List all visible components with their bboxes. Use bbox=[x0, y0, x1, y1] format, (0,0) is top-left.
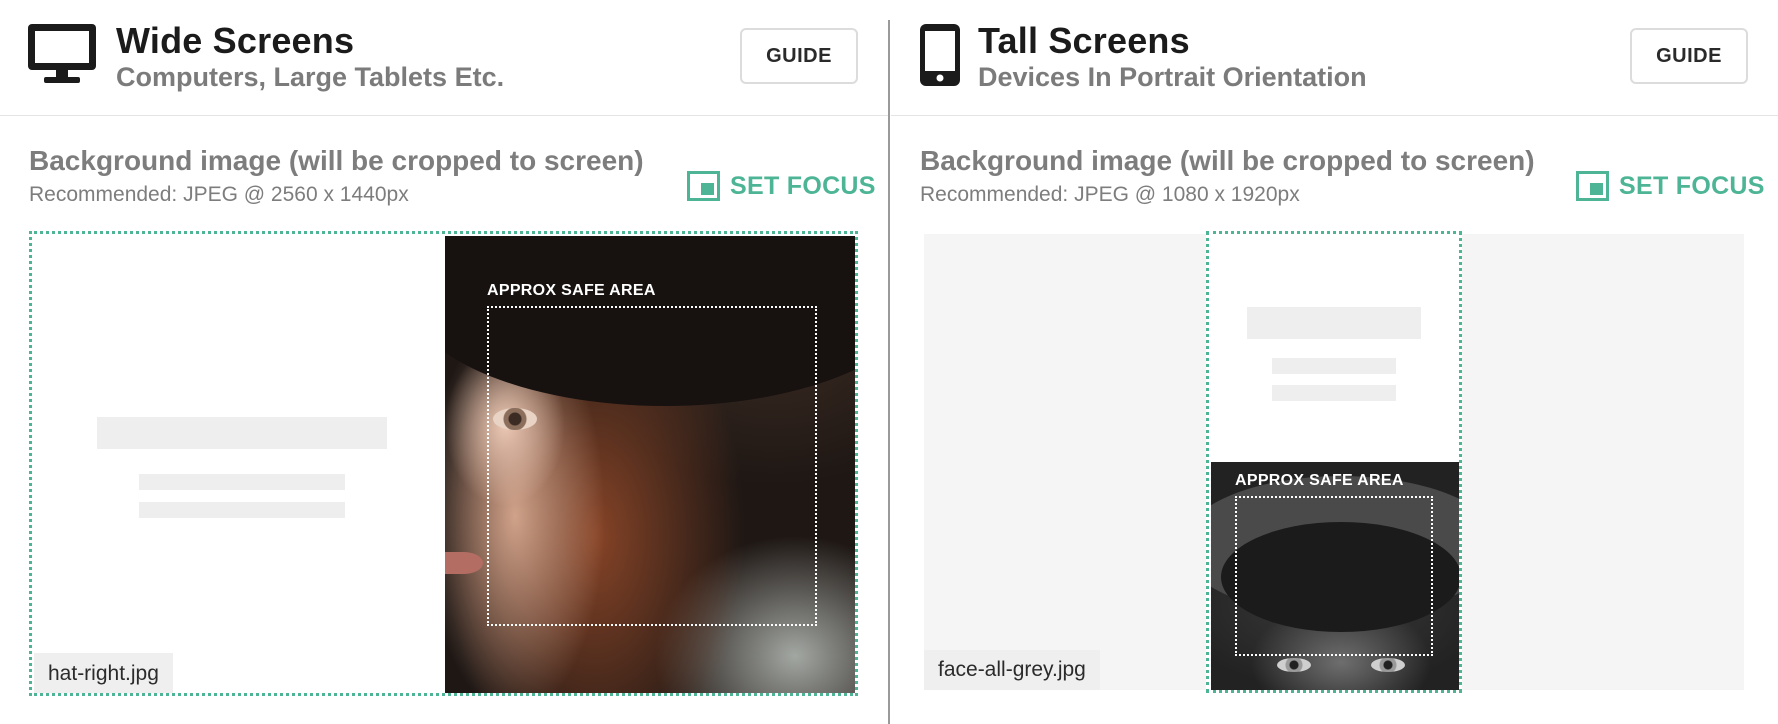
tall-background-photo: APPROX SAFE AREA bbox=[1211, 462, 1459, 690]
wide-filename-tag: hat-right.jpg bbox=[34, 653, 173, 693]
photo-lips-shape bbox=[445, 552, 483, 574]
monitor-icon bbox=[28, 24, 96, 83]
placeholder-heading-bar bbox=[97, 417, 387, 449]
tall-background-heading: Background image (will be cropped to scr… bbox=[920, 145, 1535, 176]
tall-screens-panel: Tall Screens Devices In Portrait Orienta… bbox=[891, 0, 1778, 724]
tall-screens-title: Tall Screens bbox=[978, 20, 1190, 61]
placeholder-text-bar bbox=[1272, 385, 1396, 401]
photo-eye-shape bbox=[1371, 658, 1405, 672]
photo-eye-shape bbox=[1277, 658, 1311, 672]
tall-recommended-size: Recommended: JPEG @ 1080 x 1920px bbox=[920, 183, 1300, 206]
tall-device-frame[interactable]: APPROX SAFE AREA bbox=[1206, 231, 1462, 693]
wide-set-focus-label: SET FOCUS bbox=[730, 171, 876, 200]
wide-guide-button[interactable]: GUIDE bbox=[740, 28, 858, 84]
placeholder-text-bar bbox=[139, 502, 345, 518]
wide-safe-area-box[interactable] bbox=[487, 306, 817, 626]
tall-set-focus-button[interactable]: SET FOCUS bbox=[1576, 171, 1765, 201]
phone-icon bbox=[920, 24, 960, 86]
wide-set-focus-button[interactable]: SET FOCUS bbox=[687, 171, 876, 201]
tall-safe-area-label: APPROX SAFE AREA bbox=[1235, 472, 1404, 489]
wide-safe-area-label: APPROX SAFE AREA bbox=[487, 282, 656, 299]
wide-recommended-size: Recommended: JPEG @ 2560 x 1440px bbox=[29, 183, 409, 206]
wide-screens-panel: Wide Screens Computers, Large Tablets Et… bbox=[0, 0, 889, 724]
panel-divider bbox=[888, 20, 890, 724]
focus-frame-icon bbox=[687, 171, 720, 201]
tall-filename-tag: face-all-grey.jpg bbox=[924, 650, 1100, 690]
wide-screens-header: Wide Screens Computers, Large Tablets Et… bbox=[0, 0, 889, 116]
tall-safe-area-box[interactable] bbox=[1235, 496, 1433, 656]
tall-set-focus-label: SET FOCUS bbox=[1619, 171, 1765, 200]
placeholder-text-bar bbox=[139, 474, 345, 490]
focus-frame-icon bbox=[1576, 171, 1609, 201]
tall-guide-button[interactable]: GUIDE bbox=[1630, 28, 1748, 84]
placeholder-text-bar bbox=[1272, 358, 1396, 374]
wide-background-heading: Background image (will be cropped to scr… bbox=[29, 145, 644, 176]
wide-background-photo: APPROX SAFE AREA bbox=[445, 236, 855, 693]
placeholder-heading-bar bbox=[1247, 307, 1421, 339]
wide-screens-subtitle: Computers, Large Tablets Etc. bbox=[116, 62, 505, 92]
wide-screens-title: Wide Screens bbox=[116, 20, 355, 61]
wide-image-preview[interactable]: APPROX SAFE AREA hat-right.jpg bbox=[29, 231, 858, 696]
tall-screens-subtitle: Devices In Portrait Orientation bbox=[978, 62, 1367, 92]
tall-screens-header: Tall Screens Devices In Portrait Orienta… bbox=[891, 0, 1778, 116]
